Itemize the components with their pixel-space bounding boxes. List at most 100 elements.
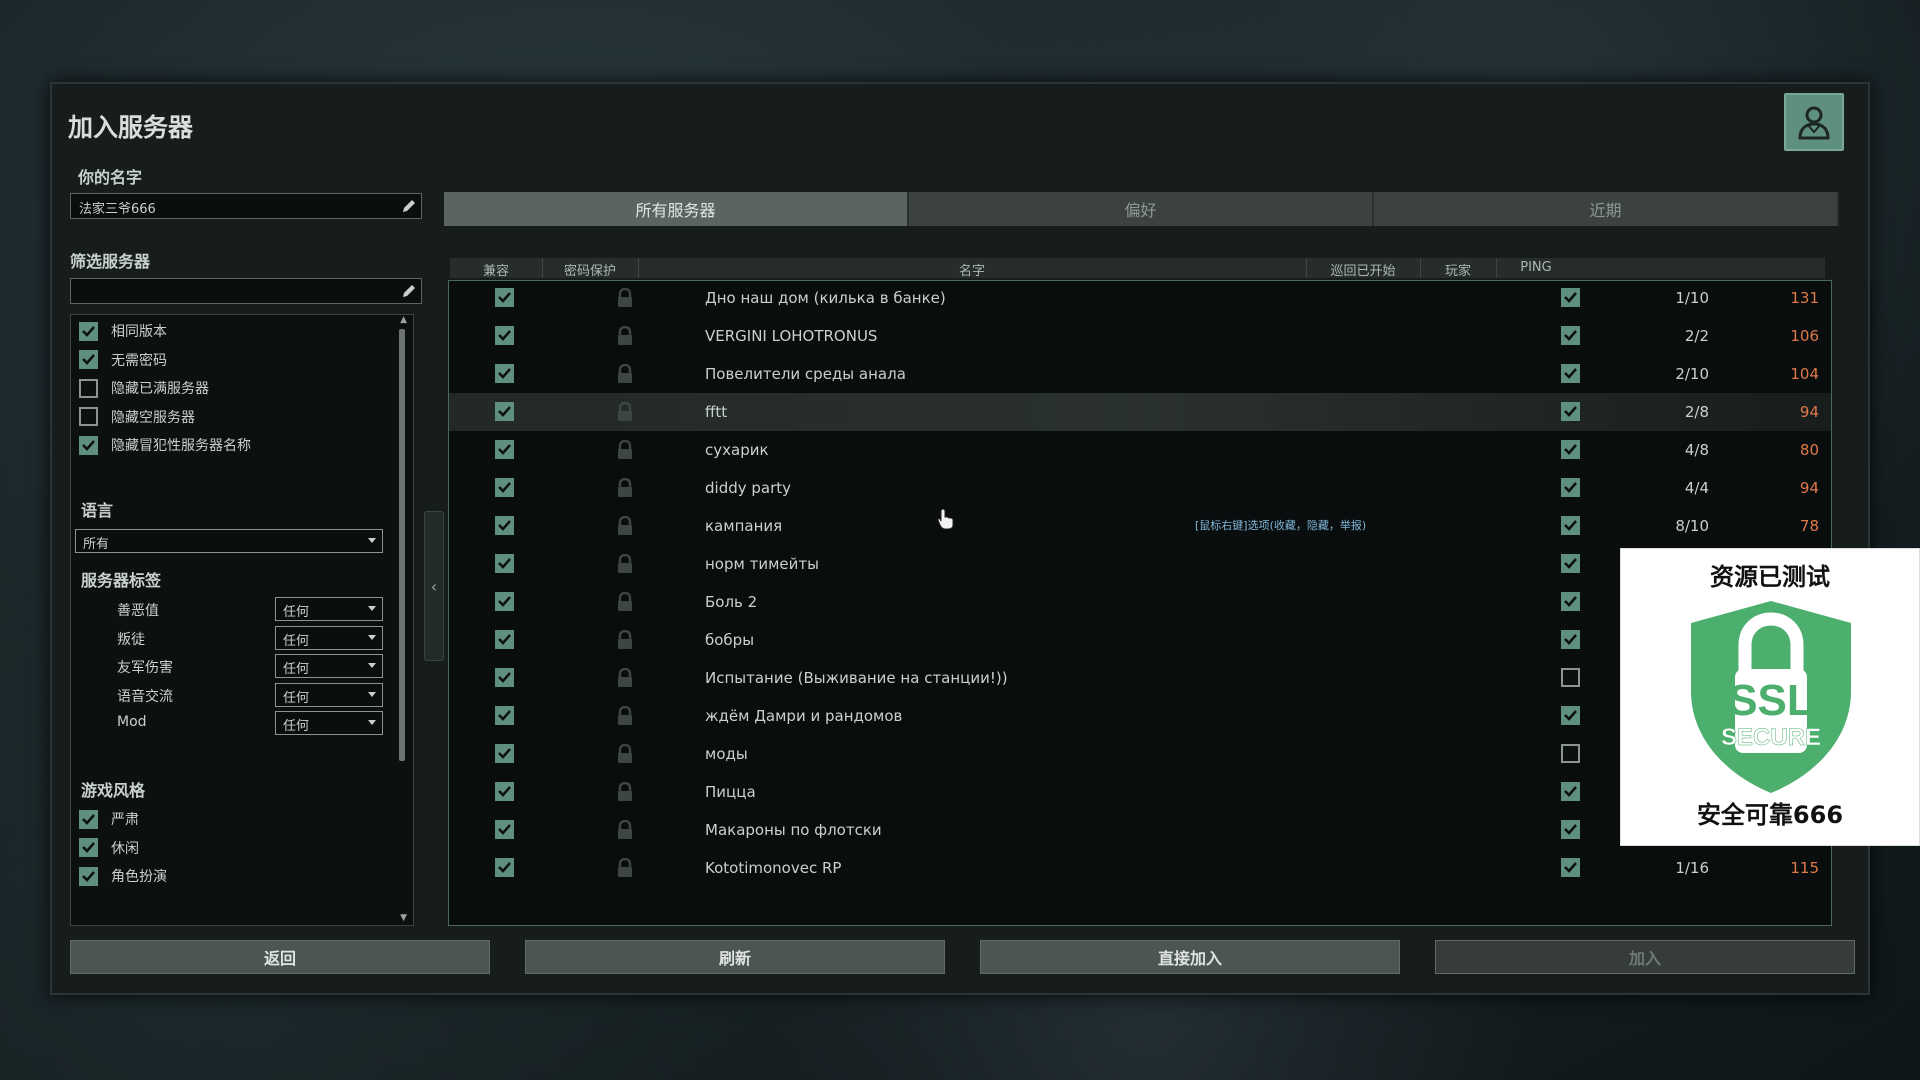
compatible-checkbox[interactable] (495, 592, 514, 611)
tab-favorites[interactable]: 偏好 (909, 192, 1374, 226)
compatible-checkbox[interactable] (495, 364, 514, 383)
collapse-panel-button[interactable]: ‹ (424, 511, 444, 661)
tab-all-servers[interactable]: 所有服务器 (444, 192, 909, 226)
play-style-label: 严肃 (111, 812, 139, 828)
server-name: кампания (705, 517, 783, 535)
server-name: Испытание (Выживание на станции!)) (705, 669, 1008, 687)
round-started-checkbox[interactable] (1561, 402, 1580, 421)
col-password[interactable]: 密码保护 (542, 260, 638, 279)
server-tag-dropdown[interactable]: 任何 (275, 625, 383, 650)
server-name: норм тимейты (705, 555, 819, 573)
round-started-checkbox[interactable] (1561, 516, 1580, 535)
round-started-checkbox[interactable] (1561, 630, 1580, 649)
server-tag-dropdown[interactable]: 任何 (275, 711, 383, 736)
lock-icon (618, 706, 632, 725)
compatible-checkbox[interactable] (495, 516, 514, 535)
round-started-checkbox[interactable] (1561, 326, 1580, 345)
compatible-checkbox[interactable] (495, 554, 514, 573)
filter-option[interactable]: 相同版本 (79, 319, 167, 343)
compatible-checkbox[interactable] (495, 402, 514, 421)
round-started-checkbox[interactable] (1561, 858, 1580, 877)
server-row[interactable]: Повелители среды анала 2/10 104 (449, 355, 1831, 393)
column-headers: 兼容 密码保护 名字 巡回已开始 玩家 PING (450, 258, 1825, 279)
round-started-checkbox[interactable] (1561, 744, 1580, 763)
lock-icon (618, 858, 632, 877)
join-button[interactable]: 加入 (1435, 940, 1855, 974)
compatible-checkbox[interactable] (495, 288, 514, 307)
play-style-option[interactable]: 休闲 (79, 836, 139, 860)
col-ping[interactable]: PING (1496, 260, 1576, 275)
compatible-checkbox[interactable] (495, 820, 514, 839)
filter-search-field[interactable] (70, 278, 422, 304)
play-style-checkbox[interactable] (79, 866, 98, 886)
filter-checkbox[interactable] (79, 407, 98, 426)
filter-checkbox[interactable] (79, 435, 98, 455)
back-button[interactable]: 返回 (70, 940, 490, 974)
name-label: 你的名字 (78, 168, 143, 187)
server-row[interactable]: VERGINI LOHOTRONUS 2/2 106 (449, 317, 1831, 355)
filter-scrollbar[interactable] (399, 329, 405, 761)
round-started-checkbox[interactable] (1561, 706, 1580, 725)
profile-button[interactable] (1784, 93, 1844, 151)
server-row[interactable]: кампания 8/10 78 (449, 507, 1831, 545)
compatible-checkbox[interactable] (495, 478, 514, 497)
server-tag-dropdown[interactable]: 任何 (275, 597, 383, 621)
server-row[interactable]: fftt 2/8 94 (449, 393, 1831, 431)
round-started-checkbox[interactable] (1561, 478, 1580, 497)
round-started-checkbox[interactable] (1561, 554, 1580, 573)
filter-option[interactable]: 隐藏冒犯性服务器名称 (79, 433, 251, 457)
filter-option-label: 隐藏已满服务器 (111, 381, 209, 397)
server-players: 8/10 (1675, 517, 1709, 535)
server-ping: 115 (1790, 859, 1819, 877)
server-ping: 80 (1799, 441, 1819, 459)
server-row[interactable]: Kototimonovec RP 1/16 115 (449, 849, 1831, 887)
name-field[interactable]: 法家三爷666 (70, 193, 422, 219)
tab-recent[interactable]: 近期 (1374, 192, 1839, 226)
col-compatible[interactable]: 兼容 (450, 260, 542, 279)
filter-option[interactable]: 隐藏空服务器 (79, 405, 195, 429)
filter-label: 筛选服务器 (70, 252, 151, 271)
filter-checkbox[interactable] (79, 350, 98, 369)
direct-join-button[interactable]: 直接加入 (980, 940, 1400, 974)
pencil-icon[interactable] (401, 283, 417, 299)
filter-option-label: 隐藏冒犯性服务器名称 (111, 438, 251, 454)
col-round-started[interactable]: 巡回已开始 (1306, 260, 1420, 279)
round-started-checkbox[interactable] (1561, 668, 1580, 687)
filter-option[interactable]: 无需密码 (79, 348, 167, 372)
round-started-checkbox[interactable] (1561, 782, 1580, 801)
scroll-down-icon[interactable]: ▼ (400, 913, 407, 923)
language-dropdown[interactable]: 所有 (75, 529, 383, 553)
scroll-up-icon[interactable]: ▲ (400, 315, 407, 325)
round-started-checkbox[interactable] (1561, 288, 1580, 307)
play-style-option[interactable]: 角色扮演 (79, 864, 167, 888)
filter-checkbox[interactable] (79, 378, 98, 398)
compatible-checkbox[interactable] (495, 630, 514, 649)
play-style-option[interactable]: 严肃 (79, 807, 139, 831)
col-players[interactable]: 玩家 (1420, 260, 1496, 279)
round-started-checkbox[interactable] (1561, 440, 1580, 459)
refresh-button[interactable]: 刷新 (525, 940, 945, 974)
filter-option[interactable]: 隐藏已满服务器 (79, 376, 209, 400)
round-started-checkbox[interactable] (1561, 592, 1580, 611)
server-row[interactable]: сухарик 4/8 80 (449, 431, 1831, 469)
round-started-checkbox[interactable] (1561, 364, 1580, 383)
server-tag-dropdown[interactable]: 任何 (275, 654, 383, 679)
play-style-checkbox[interactable] (79, 809, 98, 829)
compatible-checkbox[interactable] (495, 744, 514, 763)
server-tag-dropdown[interactable]: 任何 (275, 682, 383, 707)
server-row[interactable]: diddy party 4/4 94 (449, 469, 1831, 507)
pencil-icon[interactable] (401, 198, 417, 214)
compatible-checkbox[interactable] (495, 326, 514, 345)
server-row[interactable]: Дно наш дом (килька в банке) 1/10 131 (449, 279, 1831, 317)
compatible-checkbox[interactable] (495, 858, 514, 877)
play-style-checkbox[interactable] (79, 838, 98, 857)
server-name: Макароны по флотски (705, 821, 882, 839)
lock-icon (618, 364, 632, 383)
compatible-checkbox[interactable] (495, 440, 514, 459)
filter-checkbox[interactable] (79, 321, 98, 341)
round-started-checkbox[interactable] (1561, 820, 1580, 839)
compatible-checkbox[interactable] (495, 782, 514, 801)
compatible-checkbox[interactable] (495, 706, 514, 725)
col-name[interactable]: 名字 (638, 260, 1306, 279)
compatible-checkbox[interactable] (495, 668, 514, 687)
